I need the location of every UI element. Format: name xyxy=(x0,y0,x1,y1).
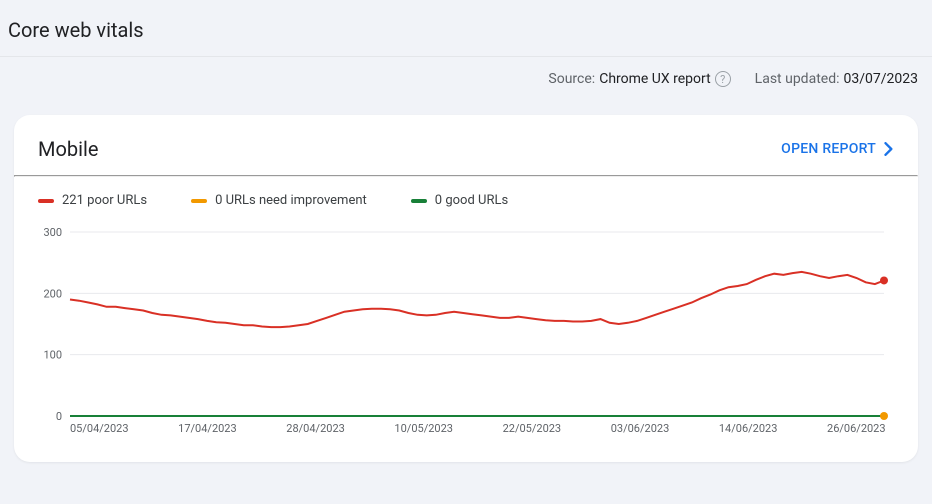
page-title: Core web vitals xyxy=(8,18,924,42)
legend-item-poor[interactable]: 221 poor URLs xyxy=(38,193,147,208)
source-value[interactable]: Chrome UX report xyxy=(599,71,710,87)
legend-label-good: 0 good URLs xyxy=(435,193,508,208)
svg-text:0: 0 xyxy=(56,410,62,423)
open-report-label: OPEN REPORT xyxy=(781,141,876,157)
svg-text:10/05/2023: 10/05/2023 xyxy=(394,422,453,435)
plot-plane xyxy=(70,272,888,420)
meta-row: Source: Chrome UX report ? Last updated:… xyxy=(0,57,932,115)
last-updated-label: Last updated: xyxy=(755,71,840,87)
swatch-good xyxy=(411,199,427,203)
svg-text:03/06/2023: 03/06/2023 xyxy=(611,422,670,435)
mobile-card: Mobile OPEN REPORT 221 poor URLs 0 URLs … xyxy=(14,115,918,462)
last-updated-value: 03/07/2023 xyxy=(844,71,919,87)
chart-legend: 221 poor URLs 0 URLs need improvement 0 … xyxy=(14,177,918,216)
legend-item-good[interactable]: 0 good URLs xyxy=(411,193,508,208)
svg-text:300: 300 xyxy=(43,226,62,239)
svg-text:28/04/2023: 28/04/2023 xyxy=(286,422,345,435)
legend-label-need: 0 URLs need improvement xyxy=(215,193,367,208)
y-axis: 0 100 200 300 xyxy=(43,226,62,423)
card-header: Mobile OPEN REPORT xyxy=(14,115,918,175)
source-label: Source: xyxy=(548,71,595,87)
svg-text:14/06/2023: 14/06/2023 xyxy=(719,422,778,435)
svg-text:05/04/2023: 05/04/2023 xyxy=(70,422,129,435)
swatch-need xyxy=(191,199,207,203)
open-report-link[interactable]: OPEN REPORT xyxy=(781,141,894,157)
svg-text:26/06/2023: 26/06/2023 xyxy=(827,422,886,435)
line-chart: 0 100 200 300 05/04/2023 17/04/2023 28/04/202… xyxy=(38,224,894,440)
svg-text:200: 200 xyxy=(43,287,62,300)
svg-text:22/05/2023: 22/05/2023 xyxy=(503,422,562,435)
svg-text:100: 100 xyxy=(43,349,62,362)
x-axis: 05/04/2023 17/04/2023 28/04/2023 10/05/2023… xyxy=(70,422,886,435)
legend-label-poor: 221 poor URLs xyxy=(62,193,147,208)
svg-text:17/04/2023: 17/04/2023 xyxy=(178,422,237,435)
chart-area: 0 100 200 300 05/04/2023 17/04/2023 28/04/202… xyxy=(14,216,918,462)
page-header: Core web vitals xyxy=(0,0,932,57)
swatch-poor xyxy=(38,199,54,203)
legend-item-need[interactable]: 0 URLs need improvement xyxy=(191,193,367,208)
chevron-right-icon xyxy=(884,142,894,156)
chart-grid xyxy=(70,232,884,416)
help-icon[interactable]: ? xyxy=(715,71,731,87)
card-title: Mobile xyxy=(38,137,98,161)
